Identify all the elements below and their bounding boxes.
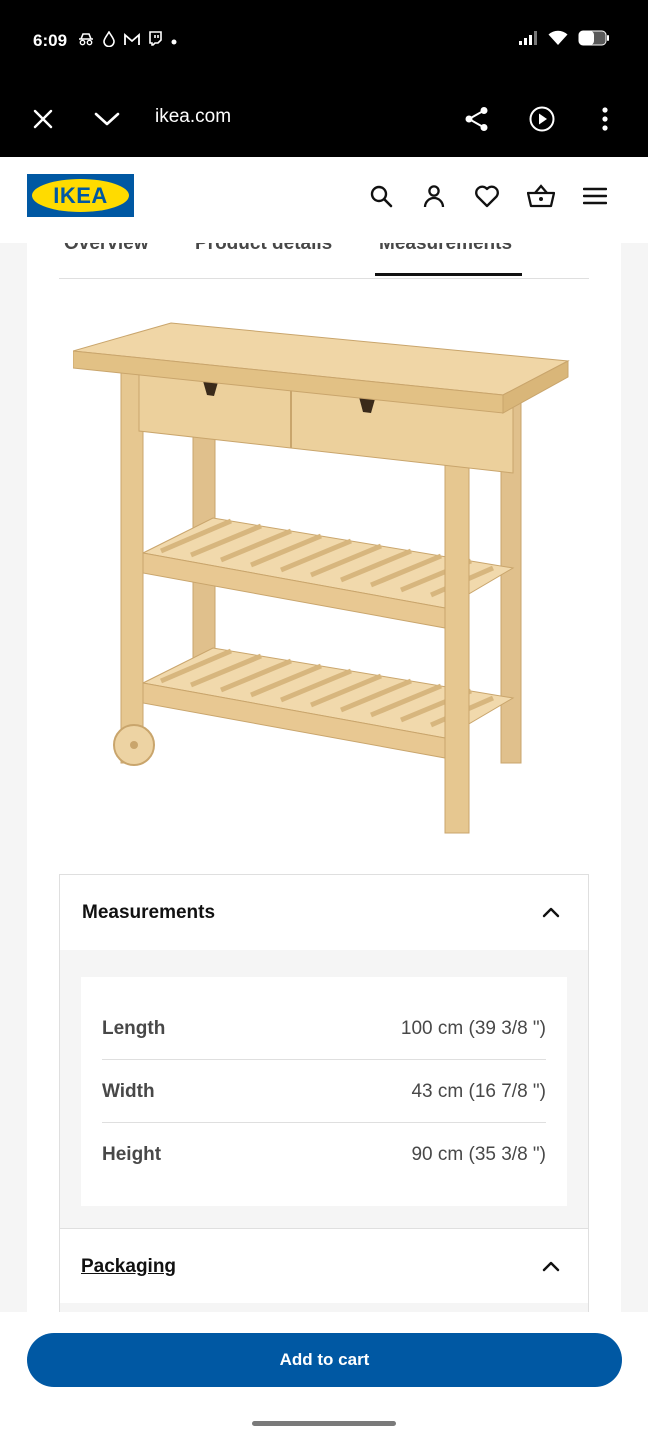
share-icon[interactable] [464,106,490,132]
battery-icon [578,30,610,51]
home-indicator[interactable] [252,1421,396,1426]
cart-icon[interactable] [526,181,556,211]
browser-toolbar: ikea.com [0,80,648,157]
play-icon[interactable] [529,106,555,132]
gmail-icon [124,32,140,51]
measurement-row-height: Height 90 cm (35 3/8 ") [102,1124,546,1186]
close-icon[interactable] [30,106,56,132]
menu-icon[interactable] [580,181,610,211]
chevron-down-icon[interactable] [94,106,120,132]
add-to-cart-button[interactable]: Add to cart [27,1333,622,1387]
site-header: IKEA [0,157,648,243]
dot-icon [170,33,178,51]
measurement-value: 43 cm (16 7/8 ") [411,1080,546,1102]
chevron-up-icon [542,1261,560,1272]
packaging-title[interactable]: Packaging [81,1256,176,1278]
account-icon[interactable] [419,181,449,211]
ikea-logo[interactable]: IKEA [27,174,134,217]
heart-icon[interactable] [472,181,502,211]
cart-bar: Add to cart [0,1312,648,1440]
measurements-accordion-header[interactable]: Measurements [60,875,588,950]
measurements-table: Length 100 cm (39 3/8 ") Width 43 cm (16… [81,977,567,1206]
logo-text: IKEA [53,182,108,208]
logo-oval: IKEA [32,179,129,212]
twitch-icon [148,31,162,52]
measurement-row-width: Width 43 cm (16 7/8 ") [102,1061,546,1123]
measurement-value: 90 cm (35 3/8 ") [411,1144,546,1165]
tab-product-details[interactable]: Product details [195,243,332,255]
measurement-label: Width [102,1080,155,1102]
incognito-icon [78,32,94,51]
more-vert-icon[interactable] [592,106,618,132]
status-bar: 6:09 [0,0,648,80]
product-tabs: Overview Product details Measurements [59,243,589,279]
measurements-accordion: Measurements Length 100 cm (39 3/8 ") Wi… [59,874,589,1312]
url-text[interactable]: ikea.com [155,106,231,128]
measurements-body: Length 100 cm (39 3/8 ") Width 43 cm (16… [60,950,588,1228]
product-content: Overview Product details Measurements Me… [27,243,621,1312]
measurement-label: Length [102,1017,166,1039]
active-tab-indicator [375,273,522,276]
status-time: 6:09 [33,31,68,50]
water-drop-icon [102,30,116,52]
tab-overview[interactable]: Overview [64,243,149,255]
notification-icons [78,30,178,52]
measurements-title: Measurements [82,902,216,923]
signal-icon [518,30,538,51]
search-icon[interactable] [366,181,396,211]
measurement-value: 100 cm (39 3/8 ") [400,1017,546,1039]
measurement-label: Height [102,1144,162,1165]
product-image [73,322,570,834]
wifi-icon [548,30,568,51]
packaging-accordion-header[interactable]: Packaging [60,1228,588,1303]
packaging-body [60,1303,588,1312]
measurement-row-length: Length 100 cm (39 3/8 ") [102,998,546,1060]
system-icons [518,30,610,51]
tab-measurements[interactable]: Measurements [379,243,512,255]
chevron-up-icon [542,907,560,918]
